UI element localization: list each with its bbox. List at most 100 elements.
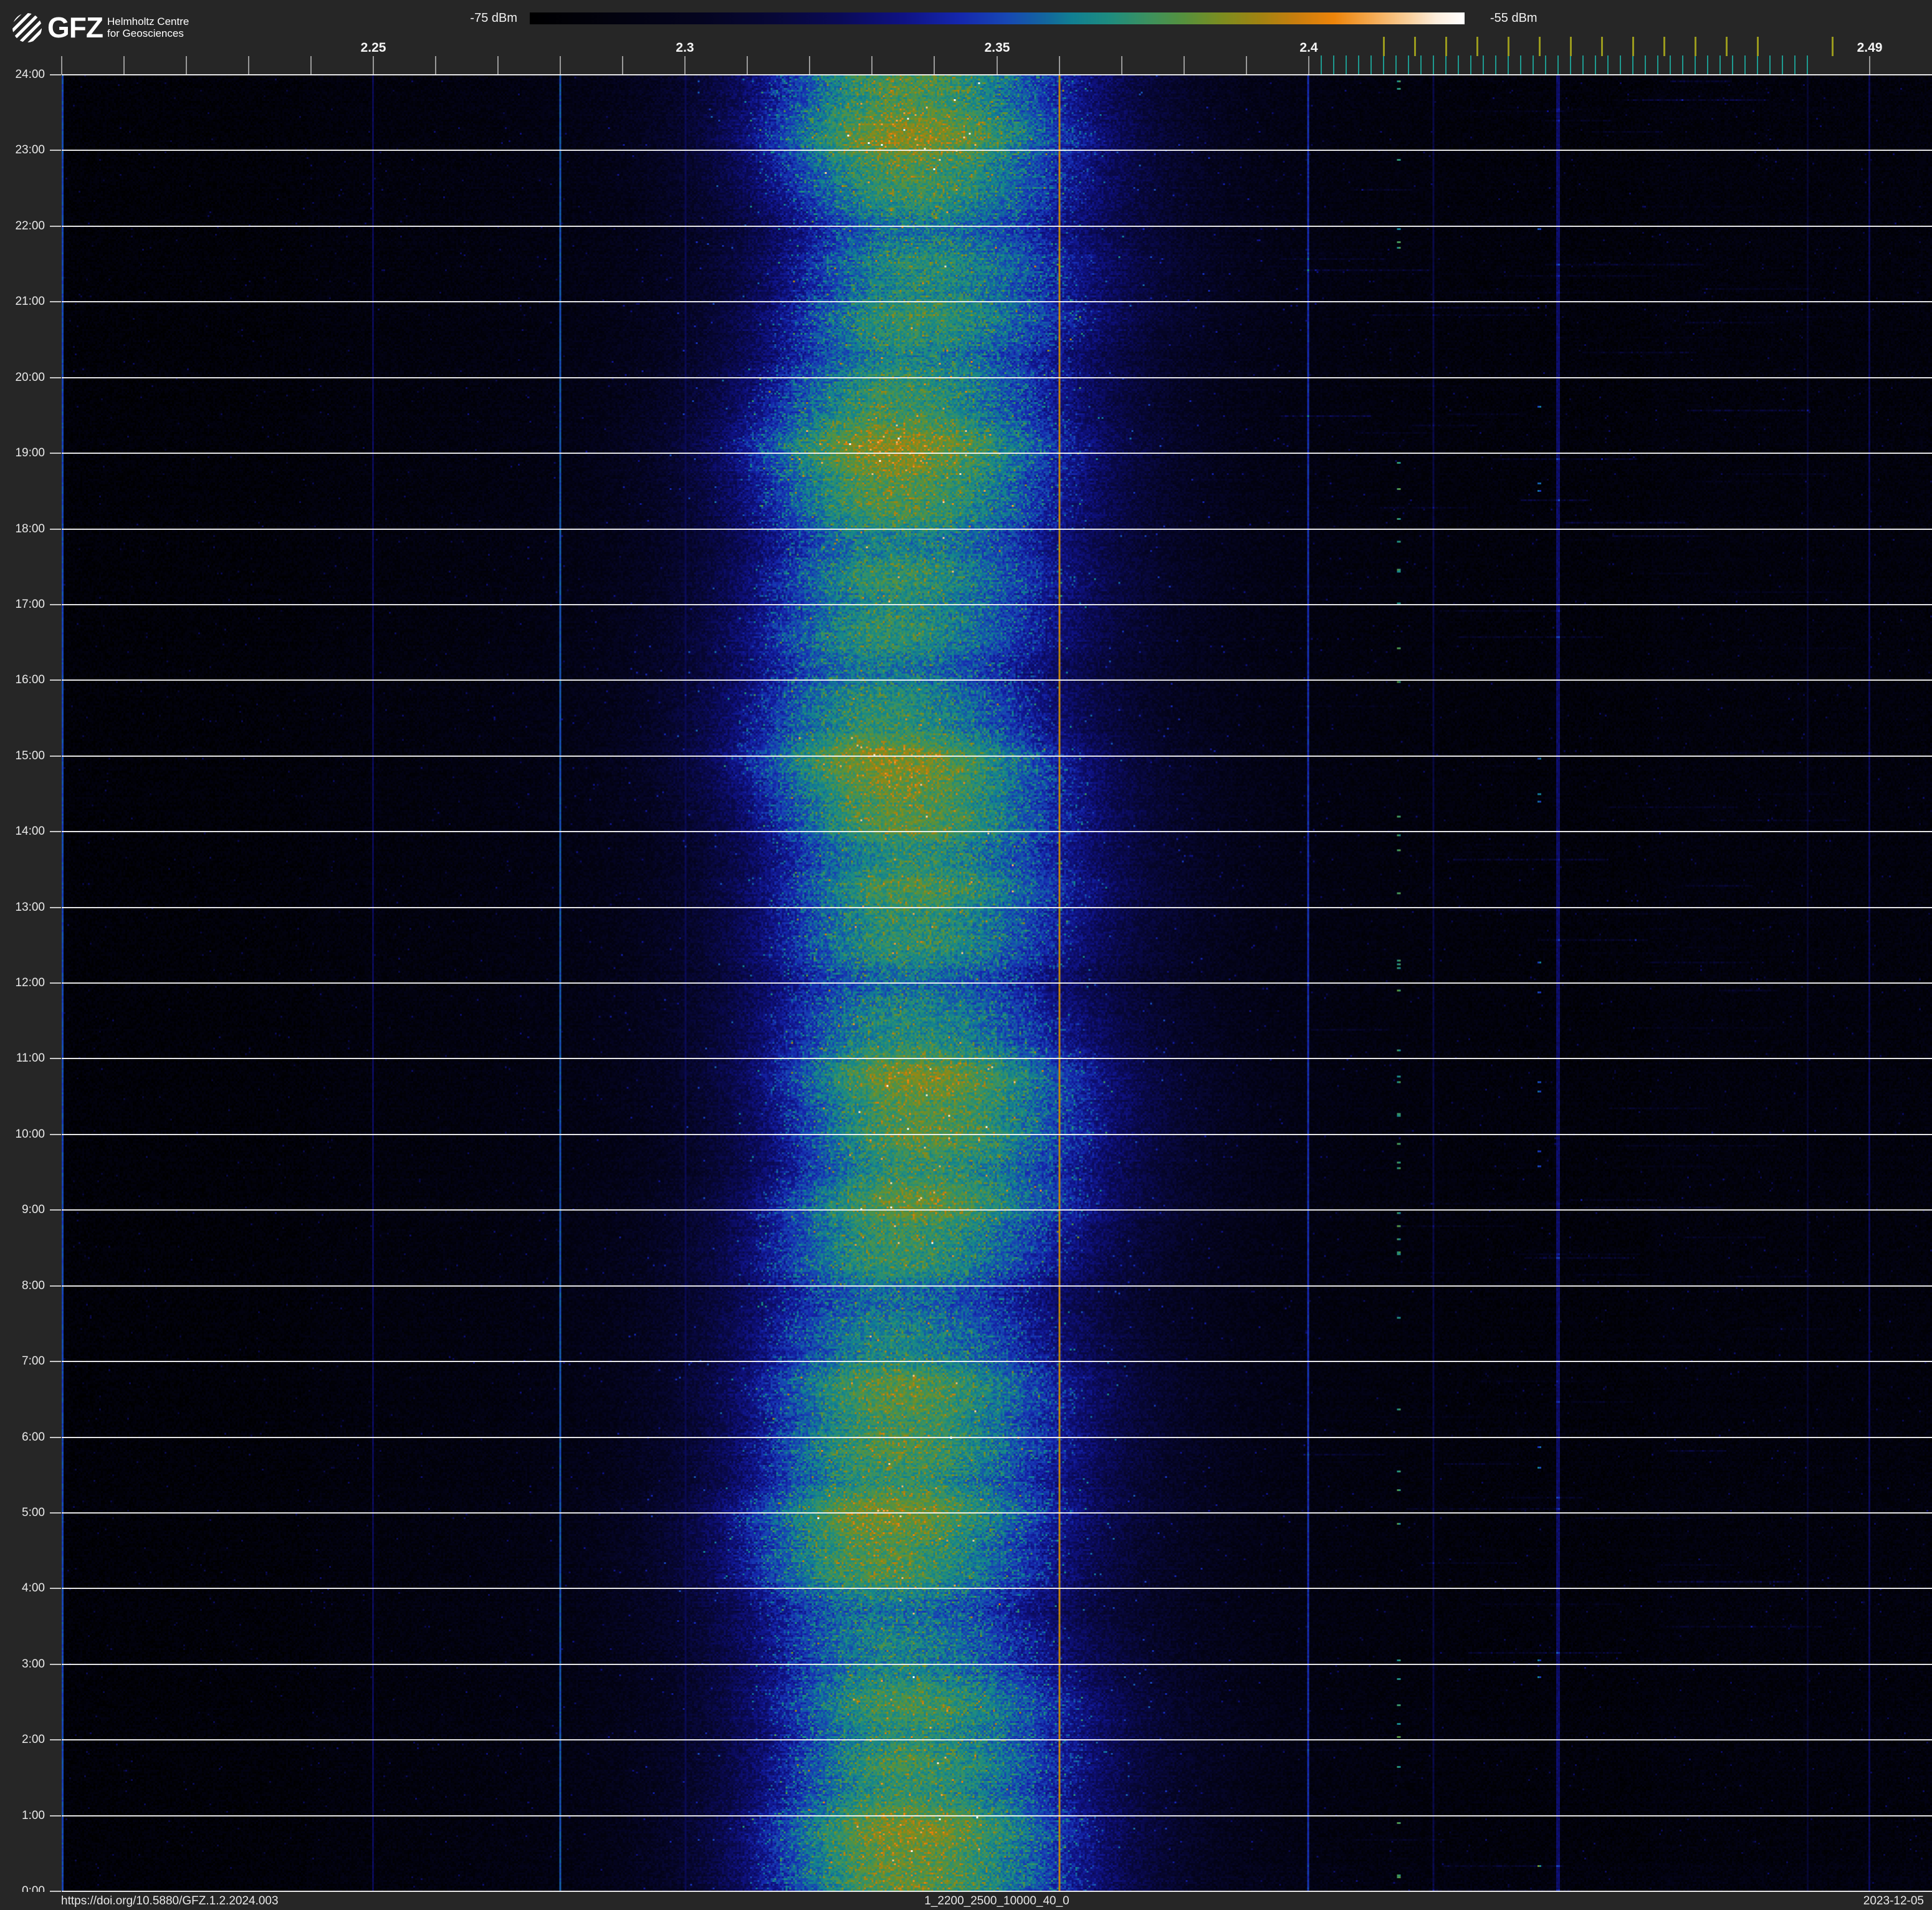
hour-gridline (62, 1512, 1932, 1514)
ble-channel-tick (1682, 55, 1683, 75)
ble-channel-tick (1732, 55, 1733, 75)
colorbar-min-label: -75 dBm (470, 11, 517, 25)
time-label: 7:00 (22, 1355, 45, 1368)
hour-tick (50, 1058, 61, 1059)
ble-channel-tick (1657, 55, 1658, 75)
time-label: 2:00 (22, 1733, 45, 1746)
time-label: 20:00 (15, 371, 45, 384)
hour-tick (50, 1209, 61, 1211)
time-label: 10:00 (15, 1128, 45, 1141)
ble-channel-tick (1520, 55, 1521, 75)
time-label: 8:00 (22, 1279, 45, 1292)
ble-channel-tick (1557, 55, 1559, 75)
hour-tick (50, 831, 61, 832)
hour-gridline (62, 982, 1932, 984)
wifi-channel-tick (1632, 37, 1634, 56)
ble-channel-tick (1408, 55, 1409, 75)
ble-channel-tick (1420, 55, 1422, 75)
freq-tick (310, 56, 312, 75)
hour-tick (50, 1437, 61, 1438)
wifi-channel-tick (1601, 37, 1603, 56)
freq-tick (497, 56, 499, 75)
hour-tick (50, 1512, 61, 1514)
time-label: 1:00 (22, 1809, 45, 1822)
freq-tick (934, 56, 935, 75)
hour-gridline (62, 907, 1932, 908)
freq-axis-label: 2.4 (1299, 41, 1318, 55)
freq-axis-label: 2.49 (1857, 41, 1883, 55)
wifi-channel-tick (1663, 37, 1665, 56)
time-label: 5:00 (22, 1506, 45, 1519)
freq-tick (435, 56, 436, 75)
hour-tick (50, 529, 61, 530)
time-label: 14:00 (15, 825, 45, 838)
time-label: 4:00 (22, 1581, 45, 1595)
ble-channel-tick (1445, 55, 1447, 75)
freq-tick (871, 56, 873, 75)
hour-tick (50, 1361, 61, 1362)
ble-channel-tick (1670, 55, 1671, 75)
footer-filename: 1_2200_2500_10000_40_0 (924, 1894, 1069, 1908)
hour-gridline (62, 831, 1932, 832)
gfz-subtitle-line1: Helmholtz Centre (107, 16, 189, 27)
hour-gridline (62, 1664, 1932, 1665)
time-label: 12:00 (15, 976, 45, 989)
hour-gridline (62, 1739, 1932, 1740)
freq-tick (1246, 56, 1247, 75)
hour-gridline (62, 679, 1932, 681)
freq-tick (684, 56, 686, 75)
time-label: 13:00 (15, 901, 45, 914)
ble-channel-tick (1321, 55, 1322, 75)
ble-channel-tick (1645, 55, 1646, 75)
freq-tick (373, 56, 374, 75)
ble-channel-tick (1757, 55, 1758, 75)
ble-channel-tick (1707, 55, 1708, 75)
ble-channel-tick (1620, 55, 1621, 75)
hour-gridline (62, 1058, 1932, 1059)
time-label: 21:00 (15, 295, 45, 308)
freq-tick (1059, 56, 1060, 75)
hour-gridline (62, 377, 1932, 378)
freq-tick (123, 56, 125, 75)
freq-tick (747, 56, 748, 75)
colorbar (530, 12, 1465, 24)
hour-gridline (62, 1437, 1932, 1438)
wifi-channel-tick (1695, 37, 1696, 56)
time-label: 11:00 (16, 1052, 45, 1065)
wifi-channel-tick (1726, 37, 1728, 56)
ble-channel-tick (1483, 55, 1484, 75)
wifi-channel-tick (1539, 37, 1541, 56)
hour-tick (50, 1285, 61, 1287)
ble-channel-tick (1794, 55, 1796, 75)
ble-channel-tick (1582, 55, 1584, 75)
ble-channel-tick (1358, 55, 1359, 75)
ble-channel-tick (1719, 55, 1721, 75)
ble-channel-tick (1533, 55, 1534, 75)
ble-channel-tick (1346, 55, 1347, 75)
time-label: 3:00 (22, 1658, 45, 1671)
wifi-channel-tick (1570, 37, 1572, 56)
freq-tick (560, 56, 561, 75)
time-label: 16:00 (15, 673, 45, 686)
wifi-channel-tick (1445, 37, 1447, 56)
hour-gridline (62, 74, 1932, 75)
ble-channel-tick (1807, 55, 1808, 75)
time-label: 6:00 (22, 1431, 45, 1444)
hour-tick (50, 226, 61, 227)
freq-axis-label: 2.25 (360, 41, 386, 55)
hour-gridline (62, 1285, 1932, 1287)
time-label: 17:00 (15, 598, 45, 611)
hour-gridline (62, 226, 1932, 227)
hour-gridline (62, 1134, 1932, 1135)
wifi-channel-tick (1757, 37, 1759, 56)
ble-channel-tick (1508, 55, 1509, 75)
hour-tick (50, 453, 61, 454)
ble-channel-tick (1395, 55, 1397, 75)
ble-channel-tick (1607, 55, 1609, 75)
wifi-channel-tick (1508, 37, 1509, 56)
ble-channel-tick (1383, 55, 1384, 75)
gfz-subtitle-line2: for Geosciences (107, 27, 184, 39)
freq-tick (1869, 56, 1870, 75)
ble-channel-tick (1744, 55, 1746, 75)
hour-gridline (62, 529, 1932, 530)
